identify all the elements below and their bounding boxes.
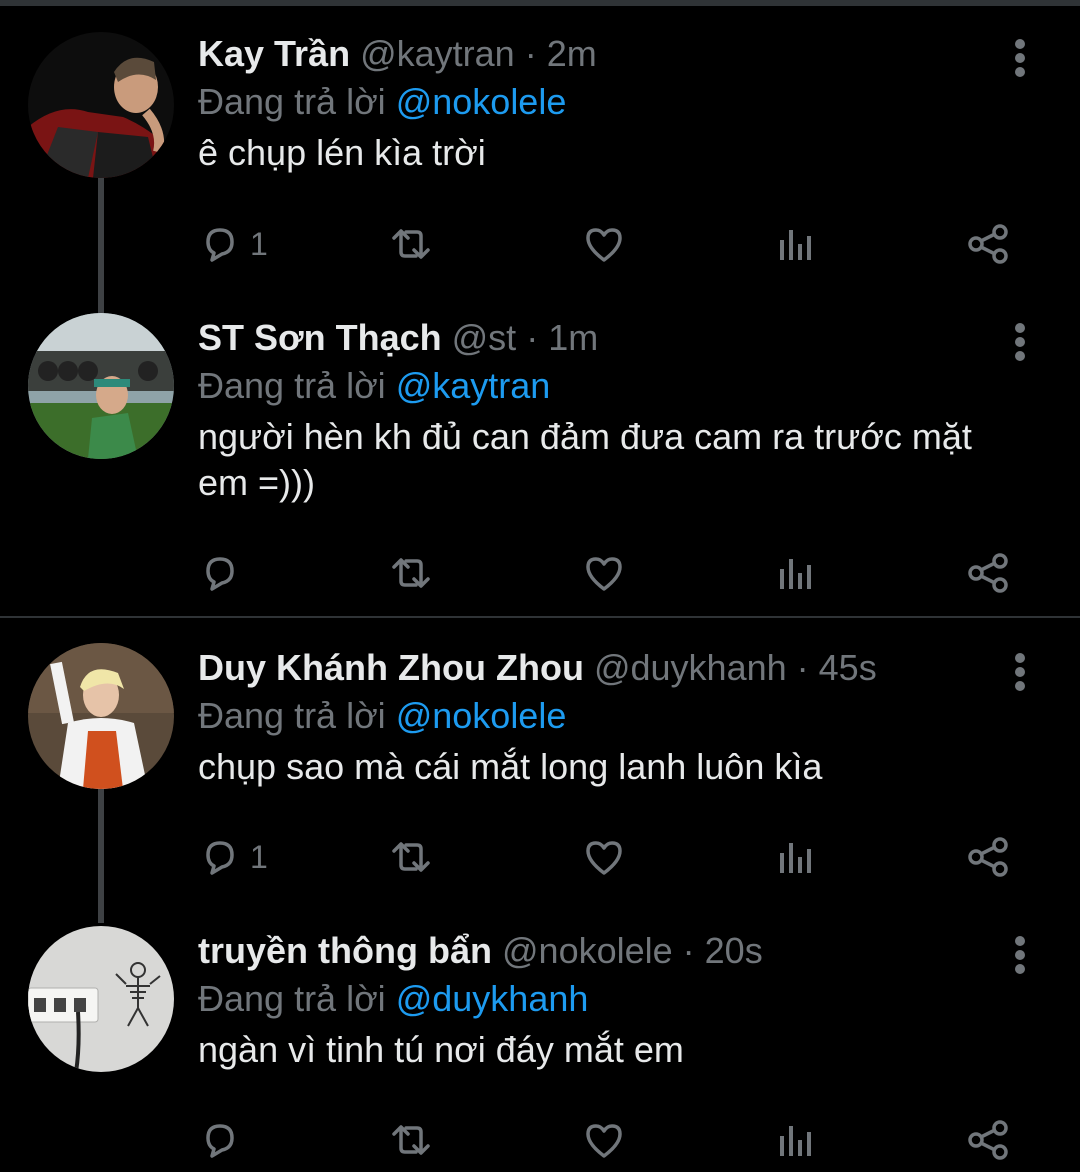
like-icon — [582, 222, 626, 266]
tweet-text: ngàn vì tinh tú nơi đáy mắt em — [198, 1029, 684, 1070]
tweet-actions: 1 — [198, 829, 1028, 885]
reply-mention[interactable]: @kaytran — [396, 365, 551, 406]
handle[interactable]: @nokolele — [502, 930, 673, 971]
like-button[interactable] — [582, 829, 626, 885]
like-button[interactable] — [582, 1112, 626, 1168]
analytics-icon — [776, 551, 816, 595]
timestamp[interactable]: · 1m — [526, 317, 598, 358]
like-icon — [582, 551, 626, 595]
analytics-icon — [776, 1118, 816, 1162]
reply-prefix: Đang trả lời — [198, 81, 386, 122]
display-name[interactable]: truyền thông bẩn — [198, 930, 492, 971]
tweet-actions — [198, 1112, 1028, 1168]
avatar[interactable] — [28, 643, 174, 789]
reply-icon — [198, 835, 242, 879]
tweet-actions: 1 — [198, 216, 1028, 272]
retweet-icon — [386, 835, 436, 879]
analytics-icon — [776, 835, 816, 879]
tweet-text: chụp sao mà cái mắt long lanh luôn kìa — [198, 746, 823, 787]
like-icon — [582, 1118, 626, 1162]
more-icon[interactable] — [1008, 322, 1032, 370]
retweet-button[interactable] — [386, 545, 436, 601]
more-icon[interactable] — [1008, 38, 1032, 86]
conversation-divider — [0, 616, 1080, 618]
retweet-icon — [386, 222, 436, 266]
retweet-button[interactable] — [386, 1112, 436, 1168]
reply-button[interactable]: 1 — [198, 829, 268, 885]
handle[interactable]: @duykhanh — [594, 647, 787, 688]
retweet-icon — [386, 551, 436, 595]
reply-button[interactable] — [198, 545, 250, 601]
timestamp[interactable]: · 2m — [525, 33, 597, 74]
like-icon — [582, 835, 626, 879]
reply-icon — [198, 551, 242, 595]
retweet-button[interactable] — [386, 829, 436, 885]
analytics-button[interactable] — [776, 545, 816, 601]
retweet-button[interactable] — [386, 216, 436, 272]
analytics-button[interactable] — [776, 829, 816, 885]
share-button[interactable] — [966, 829, 1010, 885]
avatar[interactable] — [28, 32, 174, 178]
reply-icon — [198, 1118, 242, 1162]
share-icon — [966, 551, 1010, 595]
avatar[interactable] — [28, 926, 174, 1072]
like-button[interactable] — [582, 216, 626, 272]
like-button[interactable] — [582, 545, 626, 601]
reply-count: 1 — [250, 838, 268, 875]
reply-mention[interactable]: @nokolele — [396, 695, 567, 736]
share-icon — [966, 835, 1010, 879]
reply-prefix: Đang trả lời — [198, 365, 386, 406]
tweet-text: ê chụp lén kìa trời — [198, 132, 486, 173]
reply-button[interactable]: 1 — [198, 216, 268, 272]
analytics-icon — [776, 222, 816, 266]
reply-button[interactable] — [198, 1112, 250, 1168]
tweet-actions — [198, 545, 1028, 601]
thread-line — [98, 788, 104, 923]
share-icon — [966, 1118, 1010, 1162]
display-name[interactable]: Kay Trần — [198, 33, 350, 74]
share-button[interactable] — [966, 545, 1010, 601]
tweet-text: người hèn kh đủ can đảm đưa cam ra trước… — [198, 416, 972, 503]
reply-mention[interactable]: @duykhanh — [396, 978, 589, 1019]
reply-count: 1 — [250, 225, 268, 262]
top-divider — [0, 0, 1080, 6]
reply-prefix: Đang trả lời — [198, 695, 386, 736]
reply-prefix: Đang trả lời — [198, 978, 386, 1019]
reply-icon — [198, 222, 242, 266]
retweet-icon — [386, 1118, 436, 1162]
share-button[interactable] — [966, 1112, 1010, 1168]
more-icon[interactable] — [1008, 652, 1032, 700]
analytics-button[interactable] — [776, 1112, 816, 1168]
timestamp[interactable]: · 45s — [797, 647, 877, 688]
handle[interactable]: @st — [452, 317, 517, 358]
reply-mention[interactable]: @nokolele — [396, 81, 567, 122]
analytics-button[interactable] — [776, 216, 816, 272]
thread-line — [98, 175, 104, 315]
more-icon[interactable] — [1008, 935, 1032, 983]
timestamp[interactable]: · 20s — [683, 930, 763, 971]
display-name[interactable]: ST Sơn Thạch — [198, 317, 442, 358]
handle[interactable]: @kaytran — [360, 33, 515, 74]
share-icon — [966, 222, 1010, 266]
share-button[interactable] — [966, 216, 1010, 272]
display-name[interactable]: Duy Khánh Zhou Zhou — [198, 647, 584, 688]
avatar[interactable] — [28, 313, 174, 459]
